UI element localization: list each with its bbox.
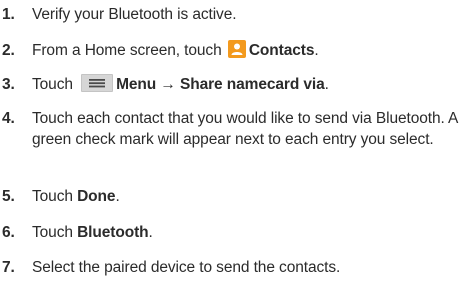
step-text: Touch each contact that you would like t… — [32, 110, 458, 148]
step-text: Verify your Bluetooth is active. — [32, 6, 237, 23]
step-number: 3. — [2, 76, 15, 93]
step-text: From a Home screen, touch Contacts. — [32, 40, 470, 61]
step-text-pre: Touch — [32, 188, 73, 205]
step-text: Select the paired device to send the con… — [32, 259, 341, 276]
step-number: 6. — [2, 224, 15, 241]
bluetooth-label: Bluetooth — [77, 224, 149, 241]
step-7: 7. Select the paired device to send the … — [0, 257, 470, 278]
step-text-pre: Touch — [32, 76, 73, 93]
step-6: 6. Touch Bluetooth. — [0, 222, 470, 243]
step-text-pre: Touch — [32, 224, 73, 241]
step-number: 1. — [2, 6, 15, 23]
step-number: 4. — [2, 110, 15, 127]
contacts-icon — [227, 40, 246, 58]
step-number: 7. — [2, 259, 15, 276]
done-label: Done — [77, 188, 116, 205]
step-5: 5. Touch Done. — [0, 186, 470, 207]
step-text: Touch Menu → Share namecard via. — [32, 74, 470, 95]
step-text-post: . — [314, 42, 319, 59]
step-1: 1. Verify your Bluetooth is active. — [0, 4, 470, 25]
step-number: 5. — [2, 188, 15, 205]
step-text-post: . — [148, 224, 153, 241]
step-3: 3. Touch Menu → Share namecard via. — [0, 74, 470, 95]
step-text: Touch Bluetooth. — [32, 222, 470, 243]
menu-icon — [81, 74, 114, 92]
step-4: 4. Touch each contact that you would lik… — [0, 108, 470, 150]
step-2: 2. From a Home screen, touch Contacts. — [0, 40, 470, 61]
contacts-label: Contacts — [248, 42, 315, 59]
menu-path-label: Menu → Share namecard via — [116, 76, 325, 93]
step-text-post: . — [115, 188, 120, 205]
step-text: Touch Done. — [32, 186, 470, 207]
instruction-steps: 1. Verify your Bluetooth is active. 2. F… — [0, 0, 472, 290]
step-text-pre: From a Home screen, touch — [32, 42, 222, 59]
step-number: 2. — [2, 42, 15, 59]
step-text-post: . — [324, 76, 329, 93]
